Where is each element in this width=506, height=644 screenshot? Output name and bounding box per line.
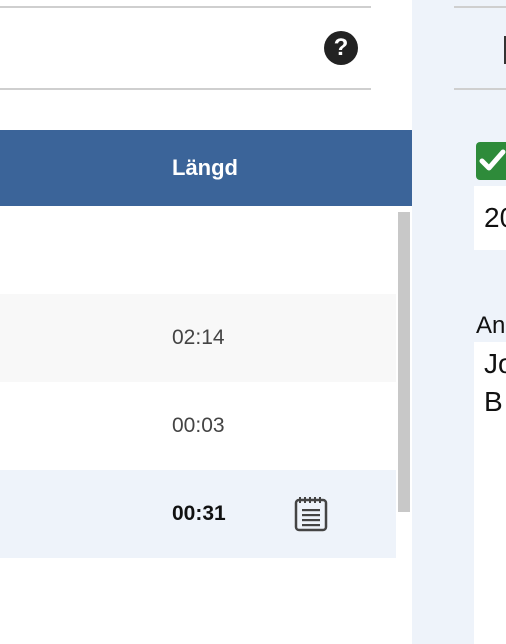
value-field-text: 20 [484, 202, 506, 233]
field-label: An [476, 312, 506, 339]
table-header: Längd [0, 130, 412, 206]
table-row[interactable]: 02:14 [0, 294, 396, 382]
top-divider-right [454, 6, 506, 8]
toolbar-divider [0, 88, 371, 90]
table-row-selected[interactable]: 00:31 [0, 470, 396, 558]
scrollbar-thumb[interactable] [398, 212, 410, 512]
table-row[interactable]: 00:03 [0, 382, 396, 470]
recordings-panel: ? Längd 02:14 00:03 00:31 [0, 0, 412, 644]
row-length: 00:31 [172, 502, 226, 525]
row-length: 02:14 [172, 326, 225, 349]
notes-icon[interactable] [294, 496, 328, 532]
checkbox[interactable] [476, 142, 506, 180]
top-divider [0, 6, 371, 8]
column-header-length[interactable]: Längd [172, 155, 238, 181]
row-length: 00:03 [172, 414, 225, 437]
text-area-line: Jo [484, 348, 506, 379]
check-icon [479, 149, 506, 171]
details-panel: 20 An Jo B [412, 0, 506, 644]
text-area-line: B [484, 386, 503, 417]
toolbar-divider-right [454, 88, 506, 90]
help-icon[interactable]: ? [324, 31, 358, 65]
